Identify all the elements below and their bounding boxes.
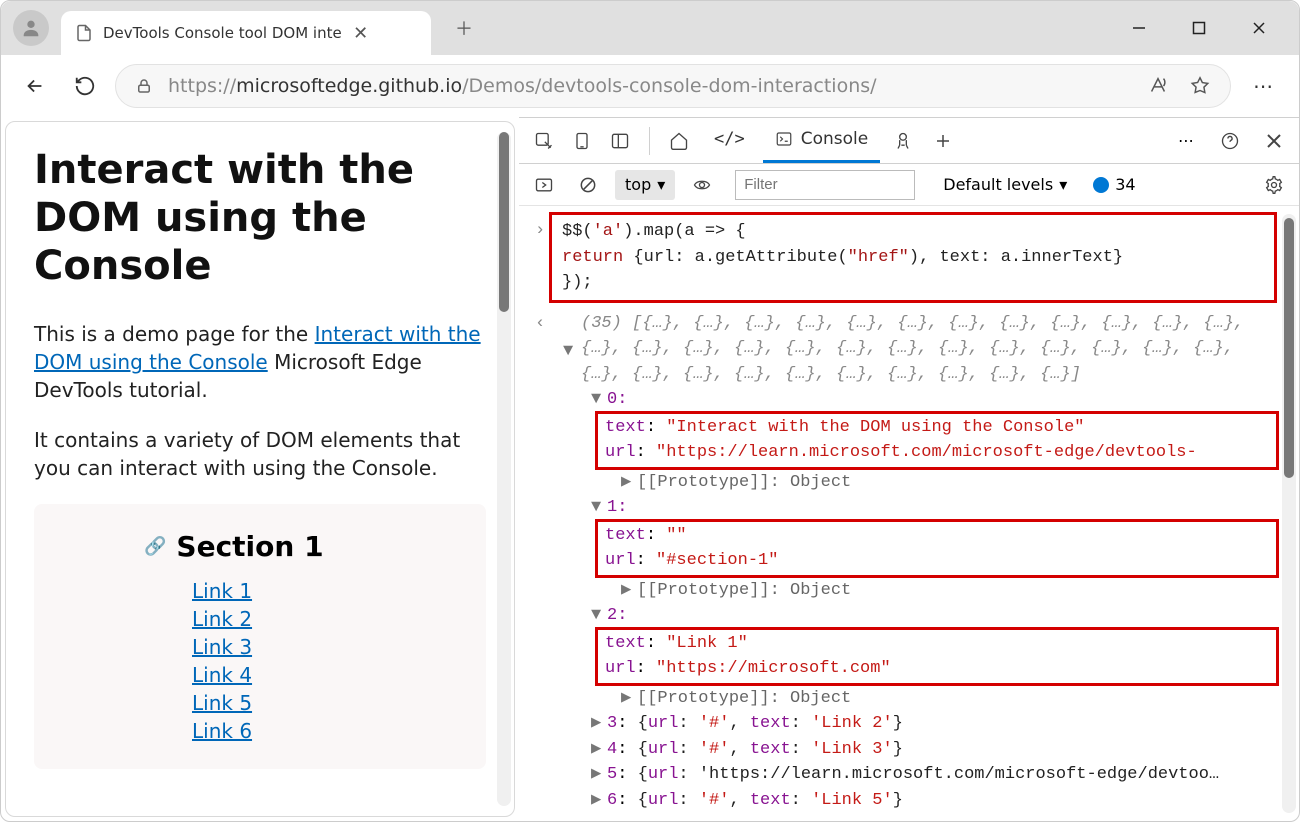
console-body: › $$('a').map(a => { return {url: a.getA… <box>519 206 1299 821</box>
section-link[interactable]: Link 5 <box>192 691 376 715</box>
devtools-panel: </> Console ⋯ top ▾ Defaul <box>519 117 1299 821</box>
read-aloud-icon[interactable] <box>1146 74 1170 98</box>
levels-dropdown[interactable]: Default levels ▾ <box>943 175 1067 194</box>
console-input-block: $$('a').map(a => { return {url: a.getAtt… <box>549 212 1277 303</box>
tab-close-button[interactable]: ✕ <box>352 24 370 42</box>
window-controls <box>1123 12 1299 44</box>
section-link[interactable]: Link 3 <box>192 635 376 659</box>
browser-tab[interactable]: DevTools Console tool DOM inte ✕ <box>61 11 431 55</box>
page-icon <box>75 24 93 42</box>
titlebar: DevTools Console tool DOM inte ✕ ＋ <box>1 1 1299 55</box>
maximize-button[interactable] <box>1183 12 1215 44</box>
clear-console-icon[interactable] <box>571 168 605 202</box>
page-intro-2: It contains a variety of DOM elements th… <box>34 426 486 482</box>
section-link[interactable]: Link 1 <box>192 579 376 603</box>
prototype-row[interactable]: ▶[[Prototype]]: Object <box>527 578 1291 604</box>
more-menu-button[interactable]: ⋯ <box>1241 74 1285 98</box>
section-title: Section 1 <box>176 530 323 563</box>
welcome-tab-icon[interactable] <box>662 124 696 158</box>
result-summary[interactable]: ‹ ▼ (35) [{…}, {…}, {…}, {…}, {…}, {…}, … <box>527 311 1291 388</box>
result-item-body: text: ""url: "#section-1" <box>597 521 1277 576</box>
device-icon[interactable] <box>565 124 599 158</box>
refresh-button[interactable] <box>65 66 105 106</box>
lock-icon[interactable] <box>134 76 154 96</box>
result-item-header[interactable]: ▼1: <box>527 495 1291 521</box>
sidebar-toggle-icon[interactable] <box>527 168 561 202</box>
favorite-icon[interactable] <box>1188 74 1212 98</box>
window-close-button[interactable] <box>1243 12 1275 44</box>
add-tab-button[interactable] <box>926 124 960 158</box>
section-card: 🔗 Section 1 Link 1Link 2Link 3Link 4Link… <box>34 504 486 769</box>
result-item-body: text: "Link 1"url: "https://microsoft.co… <box>597 629 1277 684</box>
prototype-row[interactable]: ▶[[Prototype]]: Object <box>527 686 1291 712</box>
browser-toolbar: https://microsoftedge.github.io/Demos/de… <box>1 55 1299 117</box>
live-expression-icon[interactable] <box>685 168 719 202</box>
elements-tab[interactable]: </> <box>702 119 757 163</box>
console-settings-icon[interactable] <box>1257 168 1291 202</box>
context-dropdown[interactable]: top ▾ <box>615 170 675 200</box>
section-link[interactable]: Link 4 <box>192 663 376 687</box>
result-item-header[interactable]: ▼0: <box>527 387 1291 413</box>
link-list: Link 1 Link 2 Link 3 Link 4 Link 5 Link 6 <box>144 579 376 743</box>
prototype-row[interactable]: ▶[[Prototype]]: Object <box>527 470 1291 496</box>
section-link[interactable]: Link 6 <box>192 719 376 743</box>
page-viewport: Interact with the DOM using the Console … <box>5 121 515 817</box>
page-intro-1: This is a demo page for the Interact wit… <box>34 320 486 404</box>
devtools-close-button[interactable] <box>1257 124 1291 158</box>
result-item-body: text: "Interact with the DOM using the C… <box>597 413 1277 468</box>
result-item-header[interactable]: ▼2: <box>527 603 1291 629</box>
console-toolbar: top ▾ Default levels ▾ 34 <box>519 164 1299 206</box>
section-link[interactable]: Link 2 <box>192 607 376 631</box>
devtools-tabs: </> Console ⋯ <box>519 118 1299 164</box>
result-item-compact[interactable]: ▶6: {url: '#', text: 'Link 5'} <box>527 788 1291 814</box>
url-text: https://microsoftedge.github.io/Demos/de… <box>168 75 1132 97</box>
console-tab[interactable]: Console <box>763 119 881 163</box>
devtools-more-button[interactable]: ⋯ <box>1169 124 1203 158</box>
back-button[interactable] <box>15 66 55 106</box>
filter-input[interactable] <box>735 170 915 200</box>
inspect-icon[interactable] <box>527 124 561 158</box>
result-item-compact[interactable]: ▶5: {url: 'https://learn.microsoft.com/m… <box>527 762 1291 788</box>
address-bar[interactable]: https://microsoftedge.github.io/Demos/de… <box>115 64 1231 108</box>
issues-badge[interactable]: 34 <box>1093 175 1135 194</box>
profile-icon[interactable] <box>13 10 49 46</box>
prompt-icon: › <box>535 218 545 244</box>
page-heading: Interact with the DOM using the Console <box>34 146 486 290</box>
result-item-compact[interactable]: ▶4: {url: '#', text: 'Link 3'} <box>527 737 1291 763</box>
minimize-button[interactable] <box>1123 12 1155 44</box>
link-icon: 🔗 <box>144 536 166 557</box>
result-item-compact[interactable]: ▶3: {url: '#', text: 'Link 2'} <box>527 711 1291 737</box>
console-scrollbar[interactable] <box>1282 214 1296 813</box>
tab-title: DevTools Console tool DOM inte <box>103 24 342 42</box>
console-icon <box>775 130 793 148</box>
help-icon[interactable] <box>1213 124 1247 158</box>
dock-icon[interactable] <box>603 124 637 158</box>
page-scrollbar[interactable] <box>497 132 511 806</box>
new-tab-button[interactable]: ＋ <box>455 19 473 37</box>
sources-tab-icon[interactable] <box>886 124 920 158</box>
